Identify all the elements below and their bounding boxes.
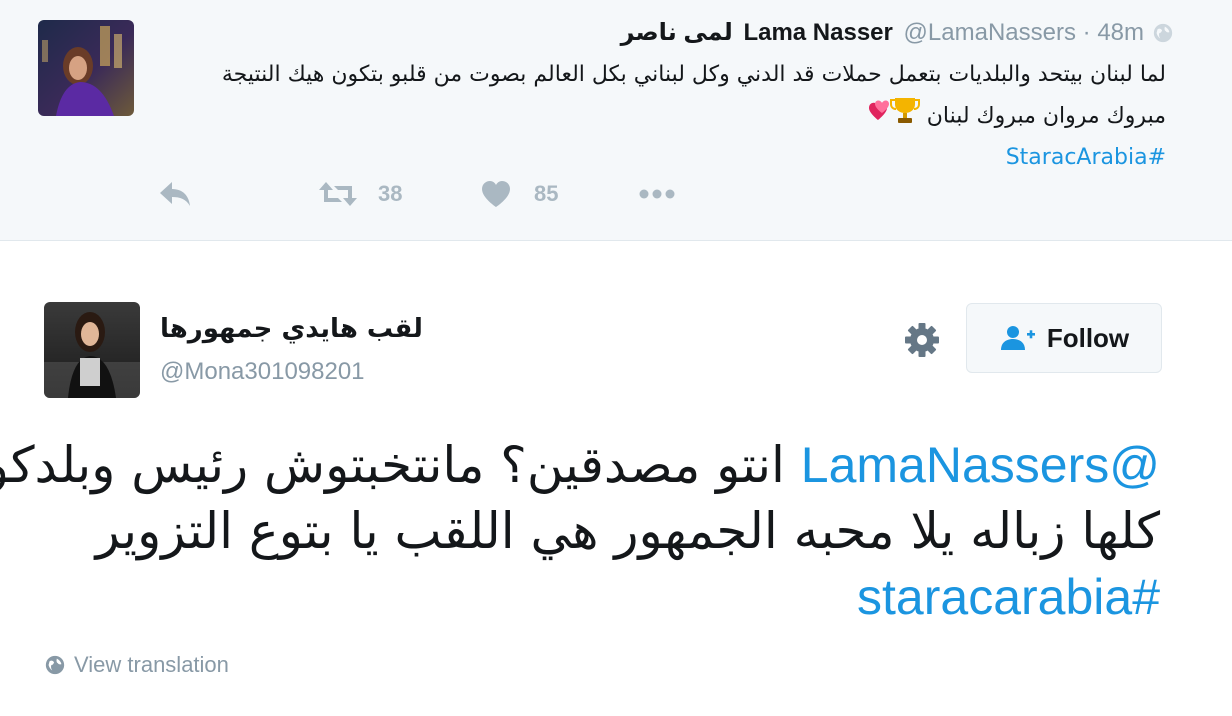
mention-link[interactable]: @LamaNassers bbox=[801, 437, 1160, 493]
parent-tweet-text: لما لبنان بيتحد والبلديات بتعمل حملات قد… bbox=[166, 56, 1166, 177]
follow-button-label: Follow bbox=[1046, 322, 1130, 353]
reply-author-name[interactable]: لقب هايدي جمهورها bbox=[160, 314, 423, 344]
heart-icon bbox=[482, 181, 510, 207]
parent-avatar[interactable] bbox=[38, 20, 134, 116]
gear-icon[interactable] bbox=[902, 320, 942, 360]
hearts-trophy-emoji-icon bbox=[868, 98, 920, 123]
follow-button[interactable]: Follow bbox=[966, 303, 1162, 373]
author-arabic-name[interactable]: لمى ناصر bbox=[621, 19, 733, 46]
add-user-icon bbox=[1000, 326, 1035, 350]
view-translation-link[interactable]: View translation bbox=[44, 652, 229, 678]
separator-dot: · bbox=[1082, 19, 1091, 46]
reply-tweet-text: @LamaNassers انتو مصدقين؟ مانتخبتوش رئيس… bbox=[0, 432, 1160, 630]
hashtag-link[interactable]: #staracarabia bbox=[857, 569, 1160, 625]
emoji-group bbox=[865, 94, 921, 139]
like-button[interactable]: 85 bbox=[480, 180, 558, 208]
tweet-line: @LamaNassers انتو مصدقين؟ مانتخبتوش رئيس… bbox=[0, 432, 1160, 498]
author-name[interactable]: Lama Nasser bbox=[743, 19, 892, 46]
reply-button[interactable] bbox=[158, 180, 192, 208]
hashtag-link[interactable]: #StaracArabia bbox=[166, 139, 1166, 177]
author-handle[interactable]: @LamaNassers bbox=[904, 19, 1076, 46]
tweet-line: مبروك مروان مبروك لبنان bbox=[926, 103, 1166, 129]
hashtag-link-row: #staracarabia bbox=[40, 564, 1160, 630]
retweet-icon bbox=[319, 182, 357, 206]
reply-icon bbox=[160, 182, 190, 206]
parent-tweet[interactable]: لمى ناصر Lama Nasser @LamaNassers · 48m … bbox=[0, 0, 1232, 241]
more-icon bbox=[639, 189, 675, 199]
tweet-line-text: انتو مصدقين؟ مانتخبتوش رئيس وبلدكو bbox=[0, 436, 801, 494]
retweet-button[interactable]: 38 bbox=[318, 180, 402, 208]
retweet-count: 38 bbox=[378, 181, 403, 206]
more-button[interactable] bbox=[638, 180, 676, 208]
reply-author-avatar[interactable] bbox=[44, 302, 140, 398]
view-translation-label: View translation bbox=[74, 652, 229, 677]
reply-author-handle[interactable]: @Mona301098201 bbox=[160, 358, 365, 386]
globe-icon bbox=[45, 655, 65, 675]
tweet-line-with-emoji: مبروك مروان مبروك لبنان bbox=[166, 94, 1166, 139]
tweet-line: لما لبنان بيتحد والبلديات بتعمل حملات قد… bbox=[221, 62, 1166, 87]
parent-tweet-header: لمى ناصر Lama Nasser @LamaNassers · 48m bbox=[621, 18, 1144, 47]
tweet-line: كلها زباله يلا محبه الجمهور هي اللقب يا … bbox=[95, 502, 1160, 560]
tweet-timestamp[interactable]: 48m bbox=[1097, 19, 1144, 46]
like-count: 85 bbox=[534, 181, 559, 206]
globe-icon bbox=[1153, 23, 1173, 43]
